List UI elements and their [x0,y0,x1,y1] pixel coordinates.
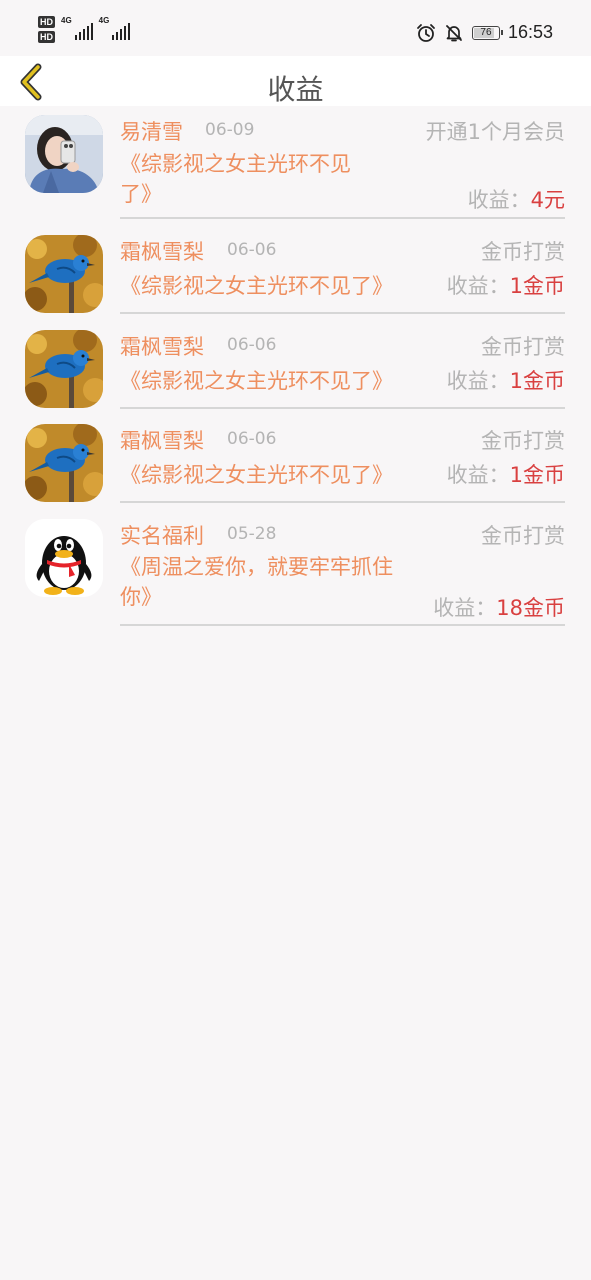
earning-label: 收益： [446,369,510,393]
earning-date: 05-28 [227,524,277,544]
earning-date: 06-09 [205,120,255,140]
earning-date: 06-06 [227,335,277,355]
earning-value: 1金币 [509,463,565,487]
blue-bird-avatar [25,235,103,313]
earning-amount: 收益：4元 [468,184,565,214]
avatar [25,519,103,597]
earning-value: 1金币 [509,274,565,298]
signal-icon: 4G [99,16,131,40]
network-type: 4G [98,16,110,25]
user-name: 实名福利 [120,524,204,548]
user-name: 易清雪 [120,120,183,144]
book-title-line: 《综影视之女主光环不见 [120,152,351,176]
status-bar: HD HD 4G 4G 76 16:53 [0,0,591,56]
earning-date: 06-06 [227,429,277,449]
earning-value: 4元 [530,188,565,212]
divider [120,624,565,626]
earning-amount: 收益：1金币 [447,365,565,395]
earning-type: 金币打赏 [481,429,565,453]
earning-amount: 收益：18金币 [433,592,565,622]
list-item[interactable]: 易清雪 06-09 开通1个月会员 《综影视之女主光环不见 了》 收益：4元 [0,106,591,220]
blue-bird-avatar [25,424,103,502]
qq-penguin-avatar [25,519,103,597]
earning-label: 收益： [446,463,510,487]
avatar [25,115,103,193]
avatar [25,424,103,502]
earning-label: 收益： [433,596,497,620]
girl-photo-avatar [25,115,103,193]
book-title-line: 《周温之爱你，就要牢牢抓住 [120,555,393,579]
bell-off-icon [446,24,462,41]
signal-icon: 4G [61,16,93,40]
battery-icon: 76 [471,25,503,40]
divider [120,312,565,314]
earning-type: 金币打赏 [481,335,565,359]
page-title: 收益 [267,73,324,106]
avatar [25,330,103,408]
divider [120,217,565,219]
list-item[interactable]: 霜枫雪梨 06-06 金币打赏 《综影视之女主光环不见了》 收益：1金币 [0,220,591,315]
hd-badge: HD [38,16,55,28]
earning-type: 开通1个月会员 [425,120,565,144]
earning-type: 金币打赏 [481,240,565,264]
network-type: 4G [61,16,72,25]
app-header: 收益 [0,56,591,106]
user-name: 霜枫雪梨 [120,429,204,453]
list-item[interactable]: 实名福利 05-28 金币打赏 《周温之爱你，就要牢牢抓住 你》 收益：18金币 [0,504,591,626]
clock: 16:53 [507,22,553,42]
earning-value: 18金币 [496,596,565,620]
earning-label: 收益： [467,188,531,212]
hd-badge: HD [38,31,55,43]
avatar [25,235,103,313]
earning-label: 收益： [446,274,510,298]
alarm-icon [417,23,435,42]
user-name: 霜枫雪梨 [120,240,204,264]
earning-amount: 收益：1金币 [447,459,565,489]
list-item[interactable]: 霜枫雪梨 06-06 金币打赏 《综影视之女主光环不见了》 收益：1金币 [0,315,591,410]
user-name: 霜枫雪梨 [120,335,204,359]
earning-amount: 收益：1金币 [447,270,565,300]
earning-type: 金币打赏 [481,524,565,548]
earning-value: 1金币 [509,369,565,393]
divider [120,501,565,503]
earning-date: 06-06 [227,240,277,260]
network-indicators: HD HD 4G 4G [38,16,131,43]
blue-bird-avatar [25,330,103,408]
list-item[interactable]: 霜枫雪梨 06-06 金币打赏 《综影视之女主光环不见了》 收益：1金币 [0,409,591,504]
battery-level: 76 [480,26,492,38]
